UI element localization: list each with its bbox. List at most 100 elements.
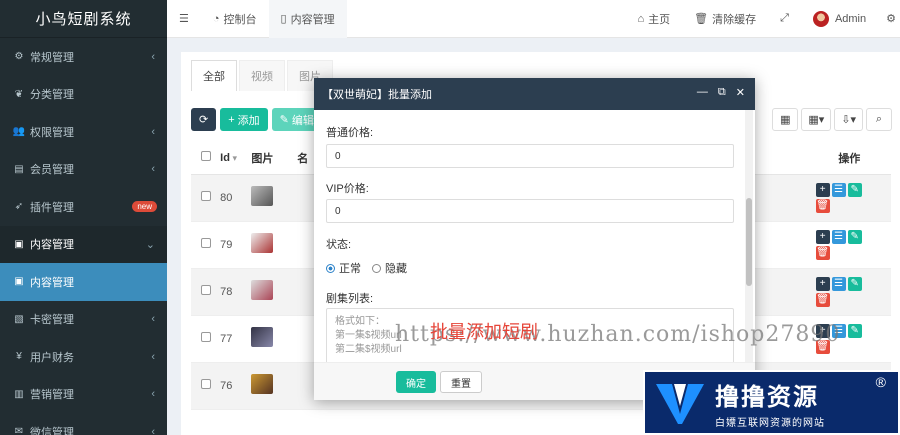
pencil-icon: ✎ [279, 114, 289, 126]
minimize-icon[interactable]: — [697, 86, 708, 99]
delete-row-button[interactable]: 🗑 [815, 292, 830, 307]
sidebar-item-member[interactable]: ▤ 会员管理 ‹ [0, 151, 167, 189]
sidebar-item-plugin[interactable]: ➶ 插件管理 new [0, 188, 167, 226]
status-label: 状态: [326, 239, 352, 251]
caption-text: 批量添加短剧 [430, 322, 538, 343]
sidebar-item-label: 内容管理 [30, 276, 74, 289]
yen-icon: ¥ [16, 351, 22, 363]
download-icon: ⇩▾ [841, 114, 856, 126]
tab-dashboard-label: 控制台 [223, 13, 257, 26]
edit-row-button[interactable]: ✎ [847, 323, 862, 338]
poster-image [251, 327, 274, 347]
row-id: 77 [220, 315, 252, 363]
add-episode-button[interactable]: + [815, 229, 830, 244]
episode-list-button[interactable]: ☰ [831, 229, 846, 244]
episode-list-button[interactable]: ☰ [831, 182, 846, 197]
sidebar-item-label: 卡密管理 [30, 314, 74, 327]
poster-image [251, 374, 274, 394]
chevron-left-icon: ‹ [151, 350, 155, 363]
sidebar-item-label: 营销管理 [30, 389, 74, 402]
fullscreen-button[interactable]: ⤢ [768, 0, 801, 38]
id-header-label: Id [220, 151, 230, 164]
row-checkbox[interactable] [201, 332, 211, 342]
rocket-icon: ➶ [14, 201, 24, 213]
home-link[interactable]: ⌂ 主页 [626, 0, 683, 38]
add-episode-button[interactable]: + [815, 276, 830, 291]
poster-image [251, 186, 274, 206]
row-checkbox[interactable] [201, 379, 211, 389]
home-label: 主页 [648, 13, 671, 26]
add-button[interactable]: + 添加 [220, 108, 268, 131]
row-checkbox[interactable] [201, 191, 211, 201]
file-icon: ▯ [280, 13, 287, 25]
status-normal-label: 正常 [339, 263, 361, 275]
add-episode-button[interactable]: + [815, 182, 830, 197]
wechat-icon: ✉ [14, 426, 24, 435]
clear-cache-button[interactable]: 🗑 清除缓存 [682, 0, 768, 38]
sidebar-item-marketing[interactable]: ▥ 营销管理 ‹ [0, 376, 167, 414]
status-hidden-radio[interactable]: 隐藏 [372, 260, 407, 276]
reset-button[interactable]: 重置 [440, 371, 482, 393]
delete-row-button[interactable]: 🗑 [815, 245, 830, 260]
search-button[interactable]: ⌕ [866, 108, 892, 131]
sidebar-item-label: 内容管理 [30, 239, 74, 252]
edit-row-button[interactable]: ✎ [847, 182, 862, 197]
columns-button[interactable]: ▦▾ [801, 108, 832, 131]
vip-price-label: VIP价格: [326, 183, 369, 195]
row-id: 78 [220, 268, 252, 316]
refresh-button[interactable]: ⟳ [191, 108, 217, 131]
vip-price-input[interactable]: 0 [326, 199, 734, 223]
registered-mark: ® [875, 374, 886, 390]
edit-row-button[interactable]: ✎ [847, 229, 862, 244]
username: Admin [834, 12, 867, 25]
expand-icon: ⤢ [780, 12, 789, 24]
sidebar-item-permission[interactable]: 👥 权限管理 ‹ [0, 113, 167, 151]
sidebar-item-general[interactable]: ⚙ 常规管理 ‹ [0, 38, 167, 76]
sidebar-item-label: 常规管理 [30, 51, 74, 64]
settings-button[interactable]: ⚙ [878, 0, 900, 38]
sidebar-item-card[interactable]: ▧ 卡密管理 ‹ [0, 301, 167, 339]
maximize-icon[interactable]: ⧉ [718, 86, 726, 99]
row-select[interactable] [191, 174, 221, 222]
status-hidden-label: 隐藏 [385, 263, 407, 275]
episode-list-button[interactable]: ☰ [831, 276, 846, 291]
toggle-view-button[interactable]: ▦ [772, 108, 799, 131]
row-checkbox[interactable] [201, 285, 211, 295]
select-all-checkbox[interactable] [201, 151, 211, 162]
menu-toggle-button[interactable]: ☰ [167, 0, 201, 38]
table-toolbar: ⟳ + 添加 ✎ 编辑 [191, 108, 322, 131]
close-icon[interactable]: ✕ [736, 86, 745, 99]
confirm-button[interactable]: 确定 [396, 371, 436, 393]
table-icon: ▦ [780, 114, 791, 126]
dialog-header: 【双世萌妃】批量添加 — ⧉ ✕ [314, 78, 755, 110]
tab-video[interactable]: 视频 [239, 60, 285, 91]
row-select[interactable] [191, 268, 221, 316]
tab-content[interactable]: ▯ 内容管理 [268, 0, 347, 38]
sidebar: 小鸟短剧系统 ⚙ 常规管理 ‹ ❦ 分类管理 👥 权限管理 ‹ ▤ 会员管理 ‹ ➶ 插件管理 n… [0, 0, 167, 435]
list-icon: ▤ [14, 163, 24, 175]
row-checkbox[interactable] [201, 238, 211, 248]
image-icon: ▧ [14, 313, 24, 325]
sidebar-item-label: 微信管理 [30, 426, 74, 435]
row-select[interactable] [191, 221, 221, 269]
column-header[interactable]: Id ▾ [220, 142, 252, 175]
tab-dashboard[interactable]: ◔ 控制台 [201, 0, 269, 38]
sidebar-item-content-sub[interactable]: ▣ 内容管理 [0, 263, 167, 301]
refresh-icon: ⟳ [199, 114, 209, 126]
select-all-header[interactable] [191, 142, 221, 175]
user-menu[interactable]: Admin [801, 0, 878, 38]
sidebar-item-finance[interactable]: ¥ 用户财务 ‹ [0, 338, 167, 376]
status-normal-radio[interactable]: 正常 [326, 260, 361, 276]
sidebar-item-label: 插件管理 [30, 201, 74, 214]
sidebar-item-wechat[interactable]: ✉ 微信管理 ‹ [0, 413, 167, 435]
normal-price-input[interactable]: 0 [326, 144, 734, 168]
sidebar-item-content[interactable]: ▣ 内容管理 ⌄ [0, 225, 167, 263]
tab-all[interactable]: 全部 [191, 60, 237, 91]
export-button[interactable]: ⇩▾ [834, 108, 863, 131]
delete-row-button[interactable]: 🗑 [815, 198, 830, 213]
scrollbar-thumb[interactable] [746, 198, 752, 286]
edit-row-button[interactable]: ✎ [847, 276, 862, 291]
sidebar-item-category[interactable]: ❦ 分类管理 [0, 76, 167, 114]
row-select[interactable] [191, 315, 221, 363]
row-select[interactable] [191, 362, 221, 410]
